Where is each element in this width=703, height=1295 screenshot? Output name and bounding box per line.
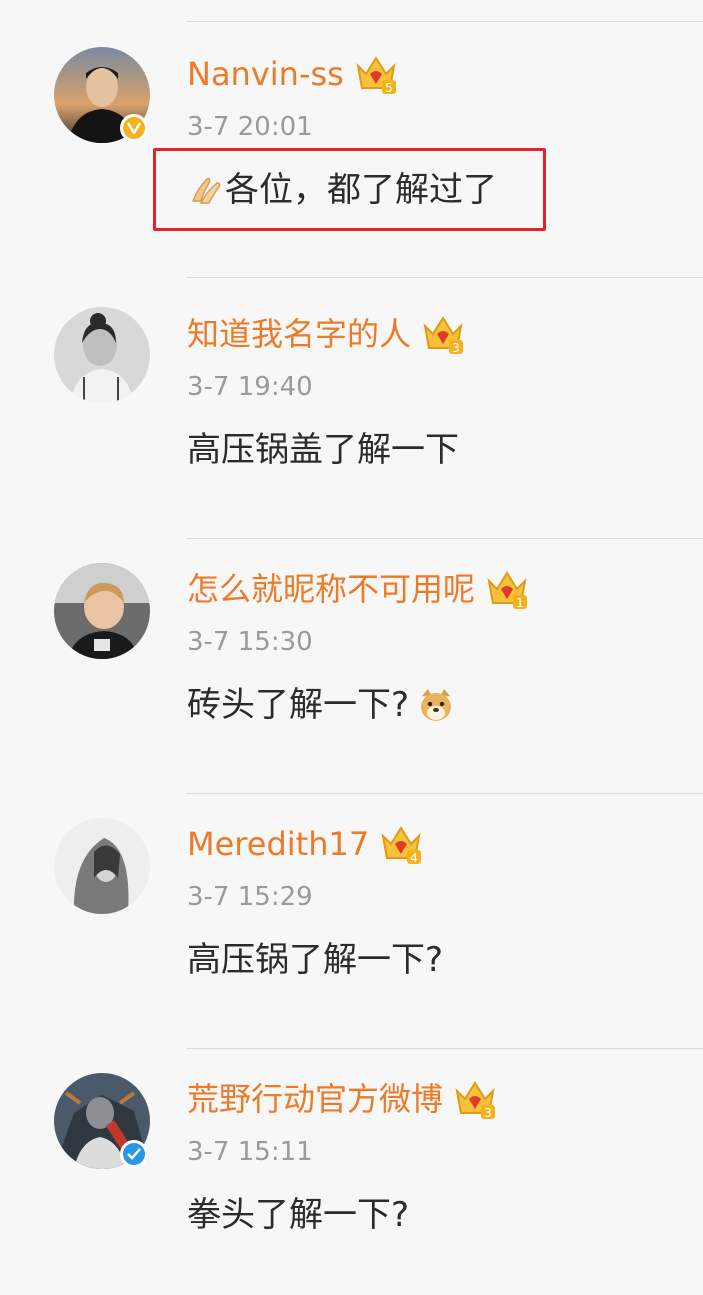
member-crown-icon: 1 bbox=[485, 567, 529, 611]
username[interactable]: Meredith17 4 bbox=[187, 822, 423, 866]
comment-text: 砖头了解一下? bbox=[187, 683, 455, 727]
comment-text-label: 砖头了解一下? bbox=[187, 685, 410, 725]
svg-text:3: 3 bbox=[484, 1106, 492, 1120]
username[interactable]: 知道我名字的人 3 bbox=[187, 312, 465, 356]
doge-emoji bbox=[417, 686, 455, 724]
divider bbox=[186, 538, 703, 539]
praying-hands-emoji bbox=[187, 171, 225, 209]
username[interactable]: 荒野行动官方微博 3 bbox=[187, 1077, 497, 1121]
username[interactable]: 怎么就昵称不可用呢 1 bbox=[187, 567, 529, 611]
username-label[interactable]: 怎么就昵称不可用呢 bbox=[187, 569, 475, 609]
timestamp: 3-7 19:40 bbox=[187, 372, 313, 402]
divider bbox=[186, 793, 703, 794]
comment-text-label: 各位，都了解过了 bbox=[225, 170, 497, 210]
avatar[interactable] bbox=[54, 307, 150, 403]
verified-badge-icon bbox=[120, 1140, 148, 1168]
timestamp: 3-7 15:11 bbox=[187, 1137, 313, 1167]
divider bbox=[186, 277, 703, 278]
divider bbox=[186, 21, 703, 22]
username-label[interactable]: 知道我名字的人 bbox=[187, 314, 411, 354]
comment-text: 拳头了解一下? bbox=[187, 1193, 409, 1237]
svg-text:1: 1 bbox=[516, 596, 524, 610]
divider bbox=[186, 1048, 703, 1049]
timestamp: 3-7 15:29 bbox=[187, 882, 313, 912]
username-label[interactable]: Nanvin-ss bbox=[187, 54, 344, 94]
timestamp: 3-7 15:30 bbox=[187, 627, 313, 657]
username-label[interactable]: Meredith17 bbox=[187, 824, 369, 864]
verified-badge-icon bbox=[120, 114, 148, 142]
member-crown-icon: 4 bbox=[379, 822, 423, 866]
member-crown-icon: 3 bbox=[421, 312, 465, 356]
member-crown-icon: 3 bbox=[453, 1077, 497, 1121]
svg-text:4: 4 bbox=[410, 851, 418, 865]
avatar[interactable] bbox=[54, 818, 150, 914]
avatar[interactable] bbox=[54, 563, 150, 659]
username-label[interactable]: 荒野行动官方微博 bbox=[187, 1079, 443, 1119]
comment-text-label: 拳头了解一下? bbox=[187, 1195, 410, 1235]
comment-text: 高压锅了解一下? bbox=[187, 938, 443, 982]
timestamp: 3-7 20:01 bbox=[187, 112, 313, 142]
username[interactable]: Nanvin-ss 5 bbox=[187, 52, 398, 96]
svg-text:5: 5 bbox=[385, 81, 393, 95]
comment-text: 高压锅盖了解一下 bbox=[187, 428, 459, 472]
svg-text:3: 3 bbox=[452, 341, 460, 355]
comment-text-label: 高压锅盖了解一下 bbox=[187, 430, 459, 470]
comment-text-label: 高压锅了解一下? bbox=[187, 940, 444, 980]
member-crown-icon: 5 bbox=[354, 52, 398, 96]
comment-text: 各位，都了解过了 bbox=[187, 168, 497, 212]
